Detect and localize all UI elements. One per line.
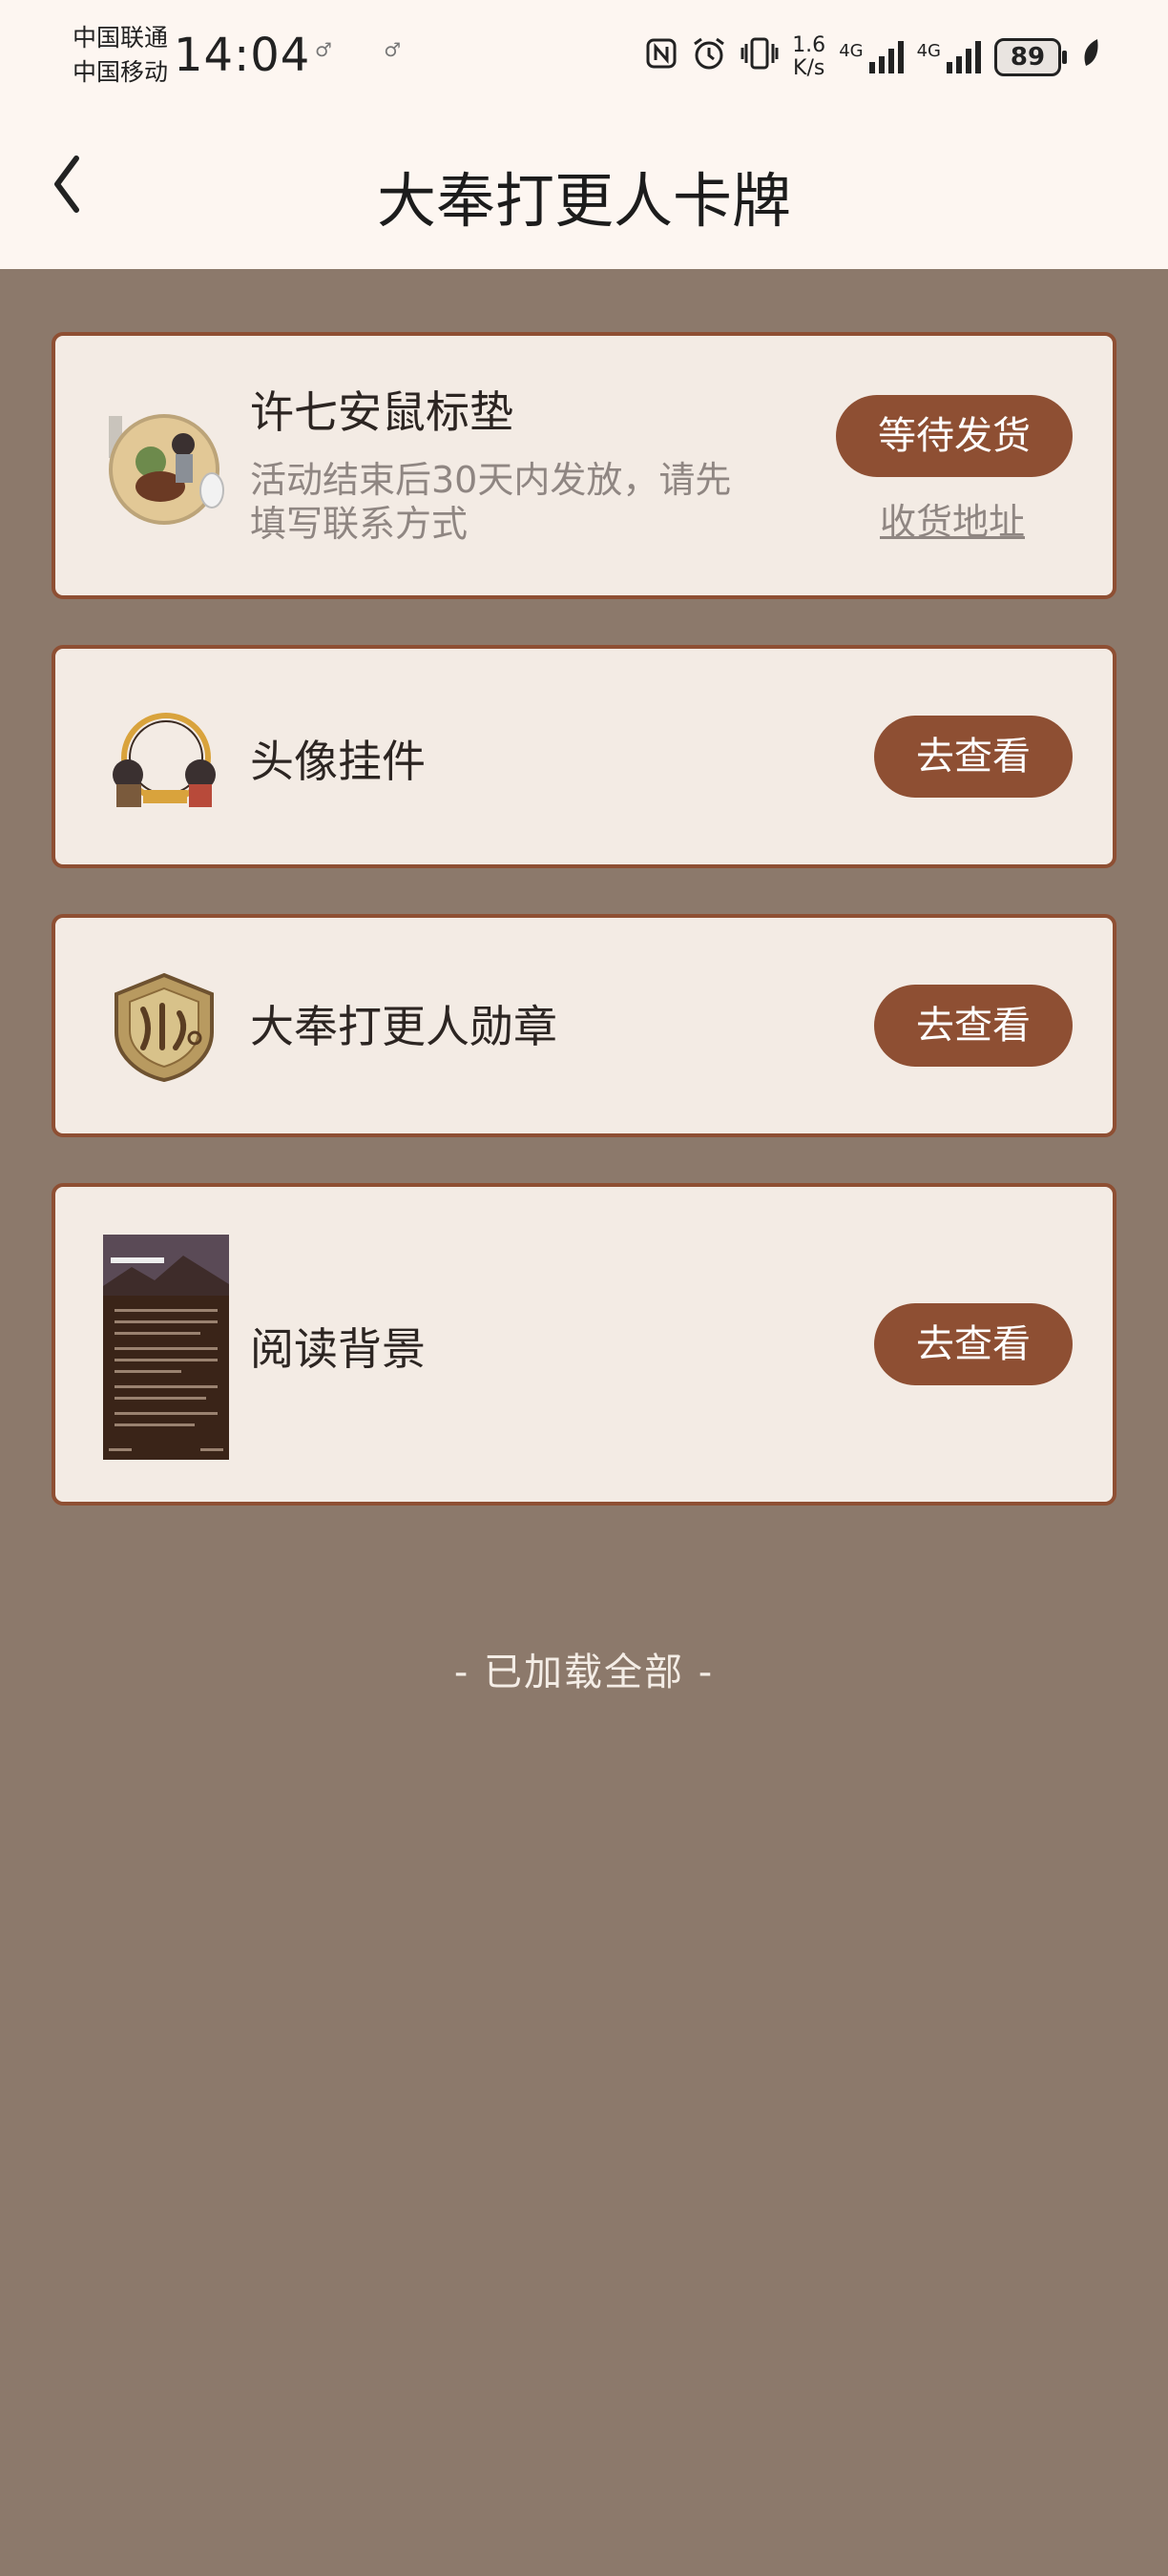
network-speed: 1.6 K/s [792,33,826,80]
awaiting-shipment-button[interactable]: 等待发货 [836,395,1073,477]
status-time: 14:04 [174,29,311,82]
view-button[interactable]: 去查看 [874,716,1073,798]
status-icons: 1.6 K/s 4G 4G 89 [645,29,1101,86]
card-description: 活动结束后30天内发放，请先填写联系方式 [250,459,732,545]
reward-card-mousepad: 许七安鼠标垫 活动结束后30天内发放，请先填写联系方式 等待发货 收货地址 [52,332,1116,599]
vibrate-icon [740,36,779,79]
notification-dot-icon: ♂ [315,38,332,61]
mousepad-thumbnail [105,412,231,530]
battery-icon: 89 [994,38,1067,76]
view-button[interactable]: 去查看 [874,1303,1073,1385]
medal-thumbnail [105,971,223,1088]
list-end-indicator: - 已加载全部 - [453,1651,715,1694]
reward-card-avatar-frame: 头像挂件 去查看 [52,645,1116,868]
avatar-frame-thumbnail [105,708,223,817]
card-title: 阅读背景 [250,1323,426,1375]
carrier-2: 中国移动 [73,58,169,86]
notification-icons: ♂ ♂ [315,38,447,61]
alarm-icon [691,35,727,80]
status-bar: 中国联通 中国移动 14:04 ♂ ♂ 1.6 K/s 4G 4G 89 [0,0,1168,113]
nav-header: 大奉打更人卡牌 [0,113,1168,269]
reward-card-reading-background: 阅读背景 去查看 [52,1183,1116,1506]
nfc-icon [645,37,678,78]
shipping-address-link[interactable]: 收货地址 [880,492,1025,545]
card-title: 大奉打更人勋章 [250,1001,557,1052]
carrier-1: 中国联通 [73,24,169,52]
page-title: 大奉打更人卡牌 [376,166,791,236]
reward-card-medal: 大奉打更人勋章 去查看 [52,914,1116,1137]
card-title: 头像挂件 [250,736,426,787]
signal-icon: 4G [917,41,981,73]
reading-background-thumbnail [103,1235,229,1464]
carrier-info: 中国联通 中国移动 [73,21,168,90]
signal-icon: 4G [839,41,904,73]
view-button[interactable]: 去查看 [874,985,1073,1067]
leaf-icon [1080,37,1101,77]
card-title: 许七安鼠标垫 [250,386,513,438]
notification-dot-icon: ♂ [384,38,402,61]
